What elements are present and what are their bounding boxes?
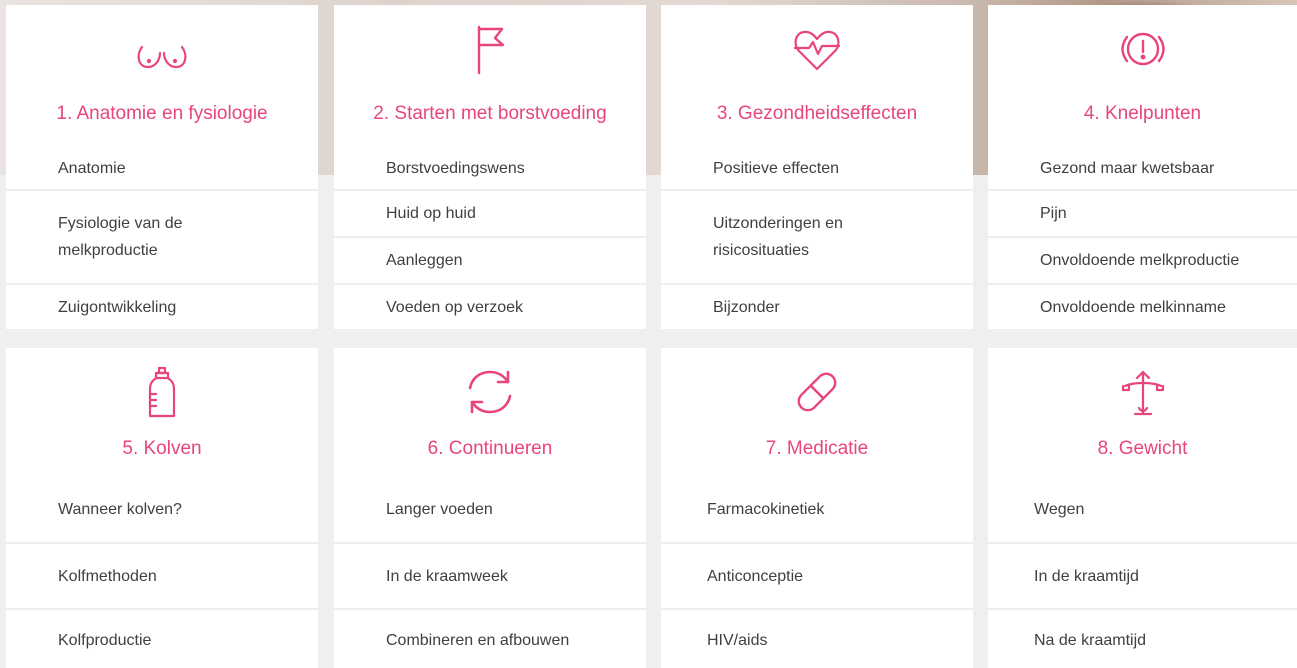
card-title[interactable]: 7. Medicatie: [750, 434, 884, 464]
baby-bottle-icon: [132, 362, 192, 422]
card-header[interactable]: 1. Anatomie en fysiologie: [6, 5, 318, 147]
card-header[interactable]: 3. Gezondheidseffecten: [661, 5, 973, 147]
card-title[interactable]: 6. Continueren: [412, 434, 569, 464]
list-item[interactable]: Wanneer kolven?: [6, 476, 318, 542]
card-title[interactable]: 1. Anatomie en fysiologie: [40, 89, 283, 139]
topic-card-knelpunten: 4. Knelpunten Gezond maar kwetsbaar Pijn…: [988, 5, 1297, 329]
refresh-icon: [460, 362, 520, 422]
card-header[interactable]: 4. Knelpunten: [988, 5, 1297, 147]
flag-icon: [460, 19, 520, 79]
card-header[interactable]: 8. Gewicht: [988, 348, 1297, 476]
card-title[interactable]: 5. Kolven: [106, 434, 217, 464]
card-title[interactable]: 4. Knelpunten: [1068, 89, 1217, 139]
list-item[interactable]: Kolfproductie: [6, 608, 318, 668]
list-item[interactable]: Na de kraamtijd: [988, 608, 1297, 668]
card-title[interactable]: 3. Gezondheidseffecten: [701, 89, 933, 139]
list-item[interactable]: Kolfmethoden: [6, 542, 318, 608]
topic-card-kolven: 5. Kolven Wanneer kolven? Kolfmethoden K…: [6, 348, 318, 668]
alert-circle-icon: [1113, 19, 1173, 79]
list-item[interactable]: Onvoldoende melkproductie: [988, 236, 1297, 283]
list-item[interactable]: Farmacokinetiek: [661, 476, 973, 542]
list-item[interactable]: Aanleggen: [334, 236, 646, 283]
list-item[interactable]: In de kraamtijd: [988, 542, 1297, 608]
list-item[interactable]: Anticonceptie: [661, 542, 973, 608]
topic-card-gewicht: 8. Gewicht Wegen In de kraamtijd Na de k…: [988, 348, 1297, 668]
list-item[interactable]: Huid op huid: [334, 189, 646, 236]
list-item[interactable]: Gezond maar kwetsbaar: [988, 147, 1297, 189]
list-item[interactable]: Pijn: [988, 189, 1297, 236]
list-item[interactable]: Combineren en afbouwen: [334, 608, 646, 668]
list-item[interactable]: Bijzonder: [661, 283, 973, 329]
list-item[interactable]: HIV/aids: [661, 608, 973, 668]
list-item[interactable]: Positieve effecten: [661, 147, 973, 189]
list-item[interactable]: In de kraamweek: [334, 542, 646, 608]
topic-card-starten: 2. Starten met borstvoeding Borstvoeding…: [334, 5, 646, 329]
topic-card-anatomie: 1. Anatomie en fysiologie Anatomie Fysio…: [6, 5, 318, 329]
topic-card-medicatie: 7. Medicatie Farmacokinetiek Anticoncept…: [661, 348, 973, 668]
topic-card-gezondheid: 3. Gezondheidseffecten Positieve effecte…: [661, 5, 973, 329]
list-item[interactable]: Fysiologie van de melkproductie: [6, 189, 318, 283]
list-item[interactable]: Borstvoedingswens: [334, 147, 646, 189]
scale-icon: [1113, 362, 1173, 422]
card-header[interactable]: 2. Starten met borstvoeding: [334, 5, 646, 147]
list-item[interactable]: Zuigontwikkeling: [6, 283, 318, 329]
card-header[interactable]: 5. Kolven: [6, 348, 318, 476]
list-item[interactable]: Langer voeden: [334, 476, 646, 542]
card-title[interactable]: 2. Starten met borstvoeding: [357, 89, 622, 139]
list-item[interactable]: Uitzonderingen en risicosituaties: [661, 189, 973, 283]
topic-card-continueren: 6. Continueren Langer voeden In de kraam…: [334, 348, 646, 668]
list-item[interactable]: Wegen: [988, 476, 1297, 542]
breast-icon: [132, 23, 192, 83]
list-item[interactable]: Onvoldoende melkinname: [988, 283, 1297, 329]
list-item[interactable]: Voeden op verzoek: [334, 283, 646, 329]
card-title[interactable]: 8. Gewicht: [1082, 434, 1204, 464]
list-item[interactable]: Anatomie: [6, 147, 318, 189]
card-header[interactable]: 7. Medicatie: [661, 348, 973, 476]
pill-icon: [787, 362, 847, 422]
card-header[interactable]: 6. Continueren: [334, 348, 646, 476]
heart-pulse-icon: [787, 19, 847, 79]
